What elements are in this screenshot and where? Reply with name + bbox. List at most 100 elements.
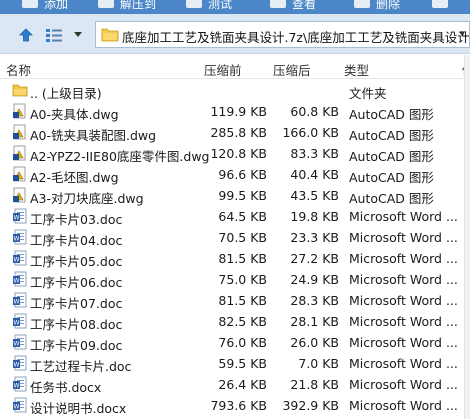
file-name: 工序卡片05.doc: [30, 254, 123, 269]
svg-text:W: W: [14, 320, 20, 327]
toolbar-add-button[interactable]: 添加: [44, 0, 68, 12]
toolbar-test-button[interactable]: 测试: [208, 0, 232, 12]
file-row[interactable]: A2-毛坯图.dwg 96.6 KB 40.4 KB AutoCAD 图形: [0, 164, 470, 185]
file-compressed-size: 120.8 KB: [210, 146, 267, 161]
dwg-file-icon: [12, 166, 28, 182]
file-compressed-size: 26.4 KB: [218, 377, 267, 392]
word-doc-icon: W: [12, 208, 28, 224]
word-doc-icon: W: [12, 250, 28, 266]
file-size: 83.3 KB: [290, 146, 339, 161]
word-doc-icon: W: [12, 355, 28, 371]
file-type: AutoCAD 图形: [349, 128, 434, 143]
delete-icon[interactable]: [354, 0, 370, 8]
toolbar: 添加 解压到 测试 查看 删除: [0, 0, 470, 14]
address-path-text: 底座加工工艺及铣面夹具设计.7z\底座加工工艺及铣面夹具设计 - 旷: [122, 30, 470, 45]
file-row[interactable]: A3-对刀块底座.dwg 99.5 KB 43.5 KB AutoCAD 图形: [0, 185, 470, 206]
file-row[interactable]: W 工序卡片05.doc 81.5 KB 27.2 KB Microsoft Word …: [0, 248, 470, 269]
file-row[interactable]: W 工序卡片03.doc 64.5 KB 19.8 KB Microsoft Word …: [0, 206, 470, 227]
file-name: A0-铣夹具装配图.dwg: [30, 128, 157, 143]
file-size: 27.2 KB: [290, 251, 339, 266]
add-icon[interactable]: [22, 0, 38, 8]
view-icon[interactable]: [270, 0, 286, 8]
word-doc-icon: W: [12, 376, 28, 392]
word-doc-icon: W: [12, 292, 28, 308]
file-name: 工序卡片09.doc: [30, 338, 123, 353]
file-type: AutoCAD 图形: [349, 191, 434, 206]
svg-text:W: W: [14, 236, 20, 243]
file-type: Microsoft Word ...: [349, 314, 458, 329]
svg-text:W: W: [14, 299, 20, 306]
file-compressed-size: 75.0 KB: [218, 272, 267, 287]
file-name: 任务书.docx: [30, 380, 102, 395]
file-size: 7.0 KB: [298, 356, 339, 371]
file-name: 工序卡片06.doc: [30, 275, 123, 290]
file-type: Microsoft Word ...: [349, 209, 458, 224]
column-size-header[interactable]: 压缩后: [273, 60, 311, 79]
file-name: A2-YPZ2-IIE80底座零件图.dwg: [30, 149, 210, 164]
file-row[interactable]: W 工序卡片08.doc 82.5 KB 28.1 KB Microsoft Word …: [0, 311, 470, 332]
test-icon[interactable]: [186, 0, 202, 8]
file-size: 19.8 KB: [290, 209, 339, 224]
extract-icon[interactable]: [98, 0, 114, 8]
file-row[interactable]: A0-夹具体.dwg 119.9 KB 60.8 KB AutoCAD 图形: [0, 101, 470, 122]
toolbar-extract-button[interactable]: 解压到: [120, 0, 156, 12]
file-type: Microsoft Word ...: [349, 293, 458, 308]
file-row[interactable]: W 工序卡片07.doc 81.5 KB 28.3 KB Microsoft Word …: [0, 290, 470, 311]
toolbar-delete-button[interactable]: 删除: [376, 0, 400, 12]
dwg-file-icon: [12, 124, 28, 140]
file-type: Microsoft Word ...: [349, 398, 458, 413]
chevron-down-icon[interactable]: ▾: [459, 27, 465, 40]
file-type: AutoCAD 图形: [349, 170, 434, 185]
file-size: 24.9 KB: [290, 272, 339, 287]
view-mode-button[interactable]: [44, 25, 64, 45]
file-row[interactable]: .. (上级目录) 文件夹: [0, 80, 470, 101]
file-type: Microsoft Word ...: [349, 335, 458, 350]
file-type: Microsoft Word ...: [349, 272, 458, 287]
file-type: AutoCAD 图形: [349, 149, 434, 164]
svg-text:W: W: [14, 257, 20, 264]
up-folder-button[interactable]: [16, 25, 36, 45]
file-row[interactable]: W 工艺过程卡片.doc 59.5 KB 7.0 KB Microsoft Word .…: [0, 353, 470, 374]
toolbar-view-button[interactable]: 查看: [292, 0, 316, 12]
vertical-scrollbar[interactable]: [464, 55, 470, 419]
file-row[interactable]: W 工序卡片09.doc 76.0 KB 26.0 KB Microsoft Word …: [0, 332, 470, 353]
word-doc-icon: W: [12, 313, 28, 329]
file-name: 工序卡片07.doc: [30, 296, 123, 311]
file-size: 166.0 KB: [282, 125, 339, 140]
svg-text:W: W: [14, 404, 20, 411]
file-row[interactable]: W 工序卡片06.doc 75.0 KB 24.9 KB Microsoft Word …: [0, 269, 470, 290]
column-name-header[interactable]: 名称: [6, 60, 31, 79]
address-path-field[interactable]: 底座加工工艺及铣面夹具设计.7z\底座加工工艺及铣面夹具设计 - 旷 ▾: [95, 21, 470, 48]
file-row[interactable]: A0-铣夹具装配图.dwg 285.8 KB 166.0 KB AutoCAD 图形: [0, 122, 470, 143]
file-name: .. (上级目录): [30, 86, 102, 101]
column-header: 名称 压缩前 压缩后 类型 修: [0, 55, 470, 79]
word-doc-icon: W: [12, 229, 28, 245]
file-compressed-size: 70.5 KB: [218, 230, 267, 245]
arrow-up-icon: [19, 28, 33, 42]
word-doc-icon: W: [12, 397, 28, 413]
svg-text:W: W: [14, 362, 20, 369]
address-bar: 底座加工工艺及铣面夹具设计.7z\底座加工工艺及铣面夹具设计 - 旷 ▾: [0, 14, 470, 54]
file-name: A2-毛坯图.dwg: [30, 170, 119, 185]
file-compressed-size: 64.5 KB: [218, 209, 267, 224]
file-type: Microsoft Word ...: [349, 230, 458, 245]
file-type: Microsoft Word ...: [349, 377, 458, 392]
file-size: 40.4 KB: [290, 167, 339, 182]
column-compressed-header[interactable]: 压缩前: [204, 60, 242, 79]
file-name: A3-对刀块底座.dwg: [30, 191, 144, 206]
file-row[interactable]: W 设计说明书.docx 793.6 KB 392.9 KB Microsoft Wor…: [0, 395, 470, 416]
file-row[interactable]: W 任务书.docx 26.4 KB 21.8 KB Microsoft Word ..…: [0, 374, 470, 395]
file-row[interactable]: A2-YPZ2-IIE80底座零件图.dwg 120.8 KB 83.3 KB Aut…: [0, 143, 470, 164]
find-icon[interactable]: [432, 0, 448, 8]
file-size: 60.8 KB: [290, 104, 339, 119]
file-name: 工艺过程卡片.doc: [30, 359, 132, 374]
file-list: .. (上级目录) 文件夹 A0-夹具体.dwg 119.9 KB 60.8 KB Aut…: [0, 80, 470, 416]
view-dropdown-button[interactable]: [72, 25, 84, 45]
file-size: 43.5 KB: [290, 188, 339, 203]
column-type-header[interactable]: 类型: [344, 60, 369, 79]
file-compressed-size: 82.5 KB: [218, 314, 267, 329]
file-size: 26.0 KB: [290, 335, 339, 350]
archive-folder-icon: [101, 28, 119, 42]
file-row[interactable]: W 工序卡片04.doc 70.5 KB 23.3 KB Microsoft Word …: [0, 227, 470, 248]
file-size: 28.3 KB: [290, 293, 339, 308]
